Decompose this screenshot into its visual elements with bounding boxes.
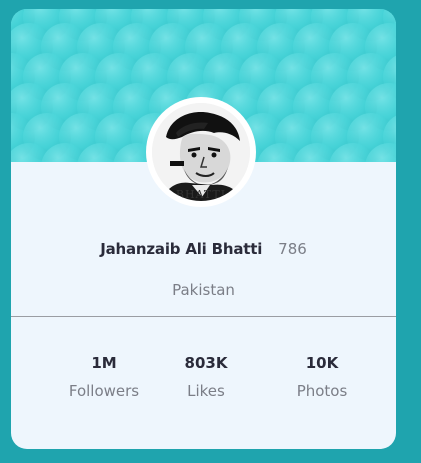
avatar-caption: BHATTI [175,188,227,201]
stat-likes[interactable]: 803K Likes [151,353,261,401]
profile-photo: BHATTI [152,103,250,201]
profile-location: Pakistan [172,281,235,299]
profile-card: BHATTI Jahanzaib Ali Bhatti 786 Pakistan … [11,9,396,449]
name-row: Jahanzaib Ali Bhatti 786 [11,239,396,258]
stat-value: 10K [305,354,339,372]
stat-value: 803K [184,354,228,372]
profile-name: Jahanzaib Ali Bhatti [100,240,263,258]
stat-label: Photos [296,382,348,400]
divider [11,316,396,317]
stat-followers[interactable]: 1M Followers [49,353,159,401]
avatar[interactable]: BHATTI [146,97,256,207]
profile-handle: 786 [278,240,307,258]
stat-value: 1M [91,354,117,372]
stat-label: Likes [187,382,225,400]
stat-label: Followers [68,382,140,400]
stat-photos[interactable]: 10K Photos [267,353,377,401]
